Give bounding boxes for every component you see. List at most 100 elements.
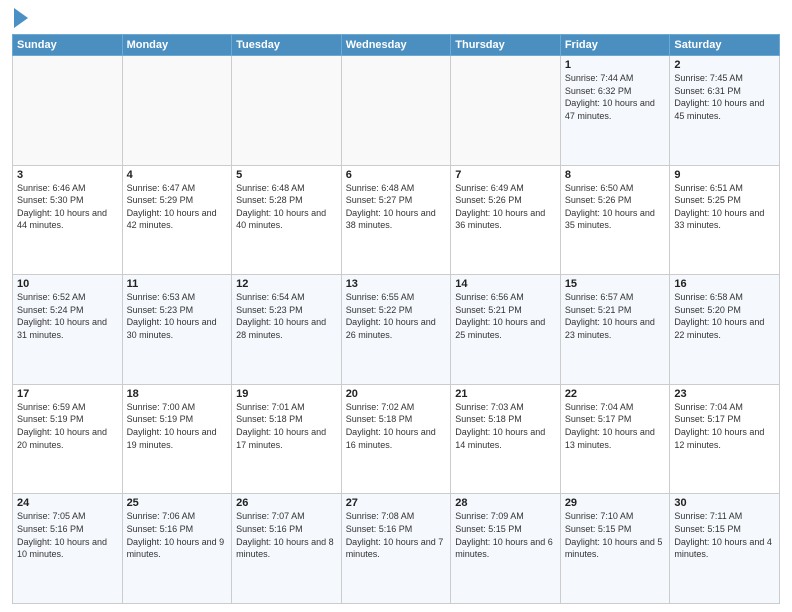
day-number: 16 — [674, 278, 775, 290]
logo — [12, 10, 28, 28]
calendar-day-cell: 11Sunrise: 6:53 AMSunset: 5:23 PMDayligh… — [122, 275, 232, 385]
page: SundayMondayTuesdayWednesdayThursdayFrid… — [0, 0, 792, 612]
calendar-week-row: 3Sunrise: 6:46 AMSunset: 5:30 PMDaylight… — [13, 165, 780, 275]
day-info: Sunrise: 7:06 AMSunset: 5:16 PMDaylight:… — [127, 510, 228, 560]
day-number: 28 — [455, 497, 556, 509]
calendar-day-cell — [232, 56, 342, 166]
day-number: 4 — [127, 169, 228, 181]
calendar-table: SundayMondayTuesdayWednesdayThursdayFrid… — [12, 34, 780, 604]
day-number: 7 — [455, 169, 556, 181]
day-info: Sunrise: 7:44 AMSunset: 6:32 PMDaylight:… — [565, 72, 666, 122]
day-info: Sunrise: 7:10 AMSunset: 5:15 PMDaylight:… — [565, 510, 666, 560]
day-number: 6 — [346, 169, 447, 181]
day-info: Sunrise: 7:05 AMSunset: 5:16 PMDaylight:… — [17, 510, 118, 560]
calendar-day-cell — [451, 56, 561, 166]
day-info: Sunrise: 7:00 AMSunset: 5:19 PMDaylight:… — [127, 401, 228, 451]
day-info: Sunrise: 7:04 AMSunset: 5:17 PMDaylight:… — [674, 401, 775, 451]
day-info: Sunrise: 6:47 AMSunset: 5:29 PMDaylight:… — [127, 182, 228, 232]
calendar-day-cell — [13, 56, 123, 166]
day-number: 8 — [565, 169, 666, 181]
logo-arrow-icon — [14, 8, 28, 28]
day-info: Sunrise: 7:04 AMSunset: 5:17 PMDaylight:… — [565, 401, 666, 451]
calendar-day-cell: 7Sunrise: 6:49 AMSunset: 5:26 PMDaylight… — [451, 165, 561, 275]
weekday-header-thursday: Thursday — [451, 35, 561, 56]
day-number: 12 — [236, 278, 337, 290]
day-number: 2 — [674, 59, 775, 71]
weekday-header-tuesday: Tuesday — [232, 35, 342, 56]
calendar-day-cell: 1Sunrise: 7:44 AMSunset: 6:32 PMDaylight… — [560, 56, 670, 166]
day-number: 19 — [236, 388, 337, 400]
day-info: Sunrise: 6:52 AMSunset: 5:24 PMDaylight:… — [17, 291, 118, 341]
day-info: Sunrise: 6:58 AMSunset: 5:20 PMDaylight:… — [674, 291, 775, 341]
day-number: 22 — [565, 388, 666, 400]
day-info: Sunrise: 6:57 AMSunset: 5:21 PMDaylight:… — [565, 291, 666, 341]
calendar-day-cell: 18Sunrise: 7:00 AMSunset: 5:19 PMDayligh… — [122, 384, 232, 494]
calendar-week-row: 1Sunrise: 7:44 AMSunset: 6:32 PMDaylight… — [13, 56, 780, 166]
day-number: 26 — [236, 497, 337, 509]
day-number: 11 — [127, 278, 228, 290]
day-number: 20 — [346, 388, 447, 400]
weekday-header-row: SundayMondayTuesdayWednesdayThursdayFrid… — [13, 35, 780, 56]
day-info: Sunrise: 6:50 AMSunset: 5:26 PMDaylight:… — [565, 182, 666, 232]
day-info: Sunrise: 6:48 AMSunset: 5:27 PMDaylight:… — [346, 182, 447, 232]
day-number: 3 — [17, 169, 118, 181]
day-number: 23 — [674, 388, 775, 400]
weekday-header-saturday: Saturday — [670, 35, 780, 56]
calendar-day-cell: 23Sunrise: 7:04 AMSunset: 5:17 PMDayligh… — [670, 384, 780, 494]
calendar-day-cell: 20Sunrise: 7:02 AMSunset: 5:18 PMDayligh… — [341, 384, 451, 494]
calendar-day-cell: 15Sunrise: 6:57 AMSunset: 5:21 PMDayligh… — [560, 275, 670, 385]
calendar-day-cell: 22Sunrise: 7:04 AMSunset: 5:17 PMDayligh… — [560, 384, 670, 494]
day-info: Sunrise: 6:51 AMSunset: 5:25 PMDaylight:… — [674, 182, 775, 232]
day-info: Sunrise: 7:45 AMSunset: 6:31 PMDaylight:… — [674, 72, 775, 122]
calendar-day-cell: 8Sunrise: 6:50 AMSunset: 5:26 PMDaylight… — [560, 165, 670, 275]
calendar-day-cell: 24Sunrise: 7:05 AMSunset: 5:16 PMDayligh… — [13, 494, 123, 604]
day-info: Sunrise: 6:53 AMSunset: 5:23 PMDaylight:… — [127, 291, 228, 341]
day-number: 29 — [565, 497, 666, 509]
day-info: Sunrise: 7:01 AMSunset: 5:18 PMDaylight:… — [236, 401, 337, 451]
day-number: 24 — [17, 497, 118, 509]
day-info: Sunrise: 6:56 AMSunset: 5:21 PMDaylight:… — [455, 291, 556, 341]
header — [12, 10, 780, 28]
day-info: Sunrise: 6:46 AMSunset: 5:30 PMDaylight:… — [17, 182, 118, 232]
calendar-day-cell: 19Sunrise: 7:01 AMSunset: 5:18 PMDayligh… — [232, 384, 342, 494]
day-number: 13 — [346, 278, 447, 290]
day-number: 9 — [674, 169, 775, 181]
calendar-day-cell: 16Sunrise: 6:58 AMSunset: 5:20 PMDayligh… — [670, 275, 780, 385]
day-number: 5 — [236, 169, 337, 181]
calendar-day-cell: 2Sunrise: 7:45 AMSunset: 6:31 PMDaylight… — [670, 56, 780, 166]
day-number: 17 — [17, 388, 118, 400]
day-info: Sunrise: 6:59 AMSunset: 5:19 PMDaylight:… — [17, 401, 118, 451]
day-info: Sunrise: 7:09 AMSunset: 5:15 PMDaylight:… — [455, 510, 556, 560]
day-info: Sunrise: 7:08 AMSunset: 5:16 PMDaylight:… — [346, 510, 447, 560]
weekday-header-wednesday: Wednesday — [341, 35, 451, 56]
day-number: 18 — [127, 388, 228, 400]
calendar-day-cell: 14Sunrise: 6:56 AMSunset: 5:21 PMDayligh… — [451, 275, 561, 385]
day-info: Sunrise: 7:02 AMSunset: 5:18 PMDaylight:… — [346, 401, 447, 451]
calendar-day-cell: 26Sunrise: 7:07 AMSunset: 5:16 PMDayligh… — [232, 494, 342, 604]
day-number: 30 — [674, 497, 775, 509]
day-info: Sunrise: 6:55 AMSunset: 5:22 PMDaylight:… — [346, 291, 447, 341]
calendar-day-cell: 13Sunrise: 6:55 AMSunset: 5:22 PMDayligh… — [341, 275, 451, 385]
calendar-week-row: 10Sunrise: 6:52 AMSunset: 5:24 PMDayligh… — [13, 275, 780, 385]
calendar-week-row: 24Sunrise: 7:05 AMSunset: 5:16 PMDayligh… — [13, 494, 780, 604]
day-info: Sunrise: 7:07 AMSunset: 5:16 PMDaylight:… — [236, 510, 337, 560]
calendar-day-cell: 6Sunrise: 6:48 AMSunset: 5:27 PMDaylight… — [341, 165, 451, 275]
day-number: 21 — [455, 388, 556, 400]
calendar-day-cell: 30Sunrise: 7:11 AMSunset: 5:15 PMDayligh… — [670, 494, 780, 604]
day-number: 14 — [455, 278, 556, 290]
day-number: 10 — [17, 278, 118, 290]
calendar-day-cell: 10Sunrise: 6:52 AMSunset: 5:24 PMDayligh… — [13, 275, 123, 385]
calendar-day-cell: 9Sunrise: 6:51 AMSunset: 5:25 PMDaylight… — [670, 165, 780, 275]
calendar-day-cell: 28Sunrise: 7:09 AMSunset: 5:15 PMDayligh… — [451, 494, 561, 604]
day-info: Sunrise: 6:49 AMSunset: 5:26 PMDaylight:… — [455, 182, 556, 232]
day-info: Sunrise: 7:11 AMSunset: 5:15 PMDaylight:… — [674, 510, 775, 560]
calendar-day-cell: 25Sunrise: 7:06 AMSunset: 5:16 PMDayligh… — [122, 494, 232, 604]
weekday-header-monday: Monday — [122, 35, 232, 56]
calendar-day-cell — [341, 56, 451, 166]
calendar-day-cell: 17Sunrise: 6:59 AMSunset: 5:19 PMDayligh… — [13, 384, 123, 494]
calendar-day-cell — [122, 56, 232, 166]
calendar-day-cell: 3Sunrise: 6:46 AMSunset: 5:30 PMDaylight… — [13, 165, 123, 275]
calendar-header: SundayMondayTuesdayWednesdayThursdayFrid… — [13, 35, 780, 56]
calendar-week-row: 17Sunrise: 6:59 AMSunset: 5:19 PMDayligh… — [13, 384, 780, 494]
calendar-day-cell: 21Sunrise: 7:03 AMSunset: 5:18 PMDayligh… — [451, 384, 561, 494]
